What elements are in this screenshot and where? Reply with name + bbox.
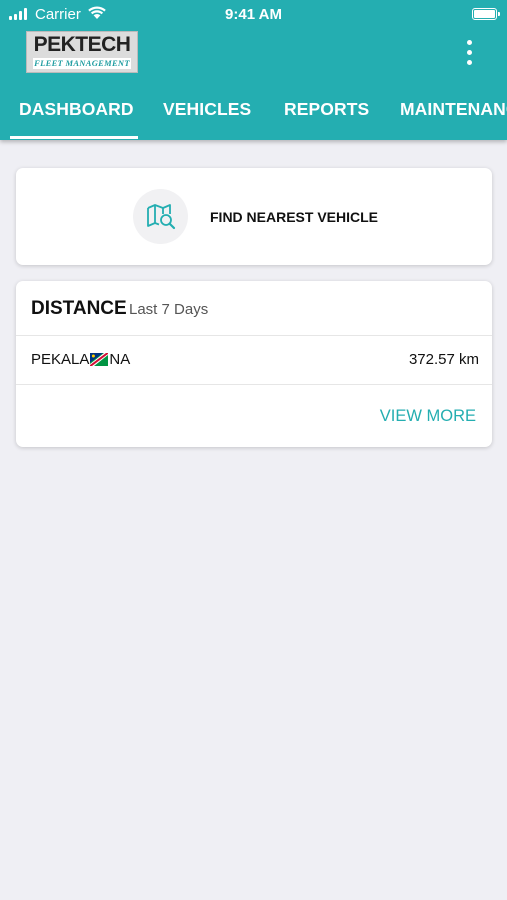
battery-icon — [472, 8, 500, 20]
vehicle-name: PEKALA NA — [31, 351, 130, 368]
logo-title: PEKTECH — [33, 33, 131, 56]
distance-period: Last 7 Days — [129, 301, 209, 318]
tab-bar: DASHBOARD VEHICLES REPORTS MAINTENANCE — [0, 90, 507, 136]
vehicle-name-prefix: PEKALA — [31, 351, 90, 368]
distance-value: 372.57 km — [408, 351, 479, 368]
status-bar: Carrier 9:41 AM — [0, 0, 507, 28]
logo-subtitle: FLEET MANAGEMENT — [33, 58, 131, 69]
more-vertical-icon — [467, 40, 472, 45]
map-search-icon — [133, 189, 188, 244]
vehicle-name-suffix: NA — [109, 351, 131, 368]
more-options-button[interactable] — [458, 38, 482, 68]
tab-dashboard[interactable]: DASHBOARD — [19, 99, 134, 120]
distance-card: DISTANCE Last 7 Days PEKALA NA 372.57 km… — [16, 281, 492, 447]
find-nearest-vehicle-card[interactable]: FIND NEAREST VEHICLE — [16, 168, 492, 265]
tab-maintenance[interactable]: MAINTENANCE — [400, 99, 507, 120]
distance-title: DISTANCE — [31, 298, 127, 319]
find-nearest-vehicle-label: FIND NEAREST VEHICLE — [210, 209, 379, 225]
tab-vehicles[interactable]: VEHICLES — [163, 99, 251, 120]
app-logo: PEKTECH FLEET MANAGEMENT — [26, 31, 138, 73]
namibia-flag-icon — [90, 353, 109, 366]
active-tab-indicator — [10, 136, 138, 139]
divider — [16, 335, 492, 336]
status-time: 9:41 AM — [225, 6, 282, 23]
top-app-bar: Carrier 9:41 AM PEKTECH FLEET MANAGEMENT… — [0, 0, 507, 140]
view-more-button[interactable]: VIEW MORE — [380, 407, 476, 426]
divider — [16, 384, 492, 385]
tab-reports[interactable]: REPORTS — [284, 99, 369, 120]
